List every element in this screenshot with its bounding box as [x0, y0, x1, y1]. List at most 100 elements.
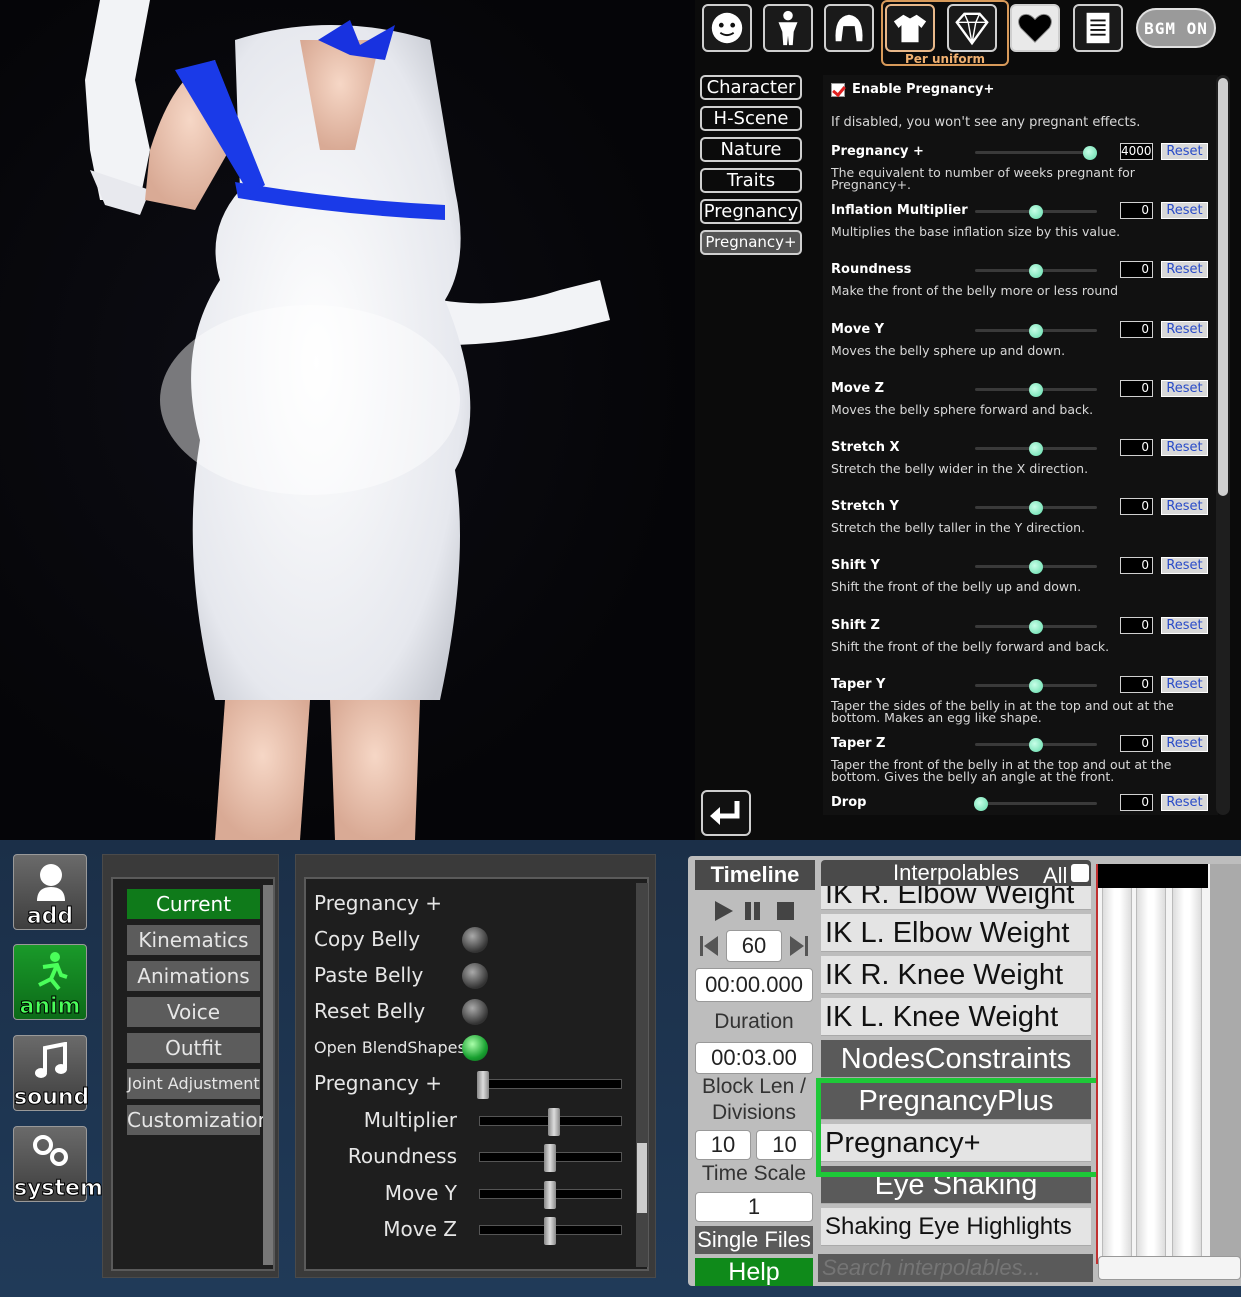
setting-slider-knob[interactable]	[1029, 738, 1043, 752]
setting-slider-knob[interactable]	[1029, 205, 1043, 220]
menu-kinematics[interactable]: Kinematics	[127, 925, 260, 955]
menu-animations[interactable]: Animations	[127, 961, 260, 991]
face-category-button[interactable]	[702, 4, 752, 52]
back-button[interactable]	[701, 790, 751, 836]
setting-slider-knob[interactable]	[1029, 323, 1043, 338]
pregnancy-scrollbar[interactable]	[636, 883, 648, 1267]
setting-slider-knob[interactable]	[1029, 560, 1043, 575]
hair-category-button[interactable]	[824, 4, 874, 52]
track-scroll-area[interactable]	[1210, 864, 1241, 1264]
setting-reset-button[interactable]: Reset	[1161, 794, 1208, 812]
add-tool-button[interactable]: add	[13, 854, 87, 930]
setting-slider[interactable]	[975, 678, 1097, 693]
belly-action-toggle[interactable]	[462, 963, 488, 989]
interpolable-item[interactable]: IK R. Knee Weight	[821, 956, 1091, 994]
block-len-input[interactable]: 10	[695, 1130, 751, 1160]
tab-h-scene[interactable]: H-Scene	[700, 106, 802, 131]
pregnancy-slider[interactable]	[479, 1180, 622, 1209]
setting-slider-knob[interactable]	[1082, 146, 1097, 160]
accessory-category-button[interactable]	[947, 4, 997, 52]
pregnancy-slider[interactable]	[476, 1071, 622, 1099]
enable-pregnancy-plus-checkbox[interactable]: Enable Pregnancy+	[831, 82, 994, 97]
interpolable-item[interactable]: IK R. Elbow Weight	[821, 886, 1091, 910]
setting-slider[interactable]	[975, 619, 1097, 634]
sound-tool-button[interactable]: sound	[13, 1035, 90, 1111]
help-button[interactable]: Help	[695, 1258, 813, 1286]
3d-viewport[interactable]	[0, 0, 695, 840]
setting-reset-button[interactable]: Reset	[1161, 616, 1208, 634]
menu-outfit[interactable]: Outfit	[127, 1033, 260, 1063]
setting-reset-button[interactable]: Reset	[1161, 498, 1208, 516]
body-category-button[interactable]	[763, 4, 813, 52]
interpolable-item[interactable]: IK L. Knee Weight	[821, 998, 1091, 1036]
setting-value-input[interactable]: 0	[1120, 202, 1153, 220]
setting-value-input[interactable]: 0	[1120, 675, 1153, 693]
stop-icon[interactable]	[777, 902, 794, 920]
setting-value-input[interactable]: 0	[1120, 735, 1153, 752]
belly-action-toggle[interactable]	[462, 999, 488, 1025]
pregnancy-slider-knob[interactable]	[476, 1071, 489, 1099]
setting-slider-knob[interactable]	[974, 797, 989, 812]
setting-value-input[interactable]: 0	[1120, 557, 1153, 575]
tab-character[interactable]: Character	[700, 75, 802, 100]
interpolable-item[interactable]: IK L. Elbow Weight	[821, 914, 1091, 952]
setting-value-input[interactable]: 0	[1120, 616, 1153, 634]
setting-value-input[interactable]: 0	[1120, 439, 1153, 456]
setting-reset-button[interactable]: Reset	[1161, 261, 1208, 279]
checkbox-checked-icon[interactable]	[831, 82, 845, 97]
keyframe-track-area[interactable]	[1096, 864, 1241, 1264]
pregnancy-slider-knob[interactable]	[544, 1217, 557, 1245]
setting-reset-button[interactable]: Reset	[1161, 320, 1208, 338]
belly-action-toggle[interactable]	[462, 927, 488, 953]
setting-slider-knob[interactable]	[1029, 501, 1043, 516]
play-icon[interactable]	[715, 901, 733, 921]
setting-reset-button[interactable]: Reset	[1161, 675, 1208, 693]
setting-value-input[interactable]: 4000	[1120, 143, 1153, 160]
all-checkbox[interactable]	[1071, 864, 1089, 882]
duration-input[interactable]: 00:03.00	[695, 1042, 813, 1074]
time-scale-input[interactable]: 1	[695, 1192, 813, 1222]
interpolable-group[interactable]: NodesConstraints	[821, 1040, 1091, 1078]
document-category-button[interactable]	[1073, 4, 1123, 52]
menu-customization[interactable]: Customization	[127, 1105, 270, 1135]
tab-pregnancy[interactable]: Pregnancy	[700, 199, 802, 224]
setting-slider-knob[interactable]	[1029, 619, 1043, 634]
menu-current-state[interactable]: Current State	[127, 889, 260, 946]
setting-value-input[interactable]: 0	[1120, 498, 1153, 516]
setting-value-input[interactable]: 0	[1120, 794, 1153, 812]
pregnancy-slider-knob[interactable]	[544, 1144, 557, 1172]
search-interpolables-input[interactable]	[818, 1254, 1093, 1282]
pregnancy-slider[interactable]	[479, 1107, 622, 1136]
single-files-button[interactable]: Single Files	[695, 1226, 813, 1254]
setting-slider[interactable]	[975, 323, 1097, 338]
current-time-field[interactable]: 00:00.000	[695, 968, 813, 1002]
setting-slider[interactable]	[975, 560, 1097, 575]
setting-reset-button[interactable]: Reset	[1161, 202, 1208, 220]
setting-slider[interactable]	[975, 738, 1097, 752]
interpolable-item[interactable]: Shaking Eye Highlights	[821, 1208, 1091, 1246]
settings-scrollbar[interactable]	[1216, 75, 1230, 815]
setting-value-input[interactable]: 0	[1120, 379, 1153, 397]
setting-slider-knob[interactable]	[1029, 264, 1043, 279]
setting-slider[interactable]	[975, 146, 1097, 160]
tab-pregnancy-plus[interactable]: Pregnancy+	[700, 230, 802, 255]
frame-rate-input[interactable]: 60	[726, 930, 782, 962]
anim-tool-button[interactable]: anim	[13, 944, 87, 1020]
setting-value-input[interactable]: 0	[1120, 320, 1153, 338]
setting-value-input[interactable]: 0	[1120, 261, 1153, 279]
setting-slider[interactable]	[975, 382, 1097, 397]
belly-action-toggle[interactable]	[462, 1035, 488, 1061]
pregnancy-slider-knob[interactable]	[548, 1107, 561, 1136]
setting-slider[interactable]	[975, 264, 1097, 279]
setting-slider-knob[interactable]	[1029, 678, 1043, 693]
setting-slider[interactable]	[975, 501, 1097, 516]
next-frame-icon[interactable]	[788, 934, 808, 958]
setting-slider-knob[interactable]	[1029, 442, 1043, 456]
setting-reset-button[interactable]: Reset	[1161, 379, 1208, 397]
pregnancy-scrollbar-thumb[interactable]	[637, 1143, 647, 1213]
menu-joint-adjustment[interactable]: Joint Adjustment	[127, 1069, 260, 1099]
timeline-tab[interactable]: Timeline	[695, 860, 815, 890]
tab-nature[interactable]: Nature	[700, 137, 802, 162]
menu-voice[interactable]: Voice	[127, 997, 260, 1027]
menu-scrollbar[interactable]	[263, 885, 273, 1265]
